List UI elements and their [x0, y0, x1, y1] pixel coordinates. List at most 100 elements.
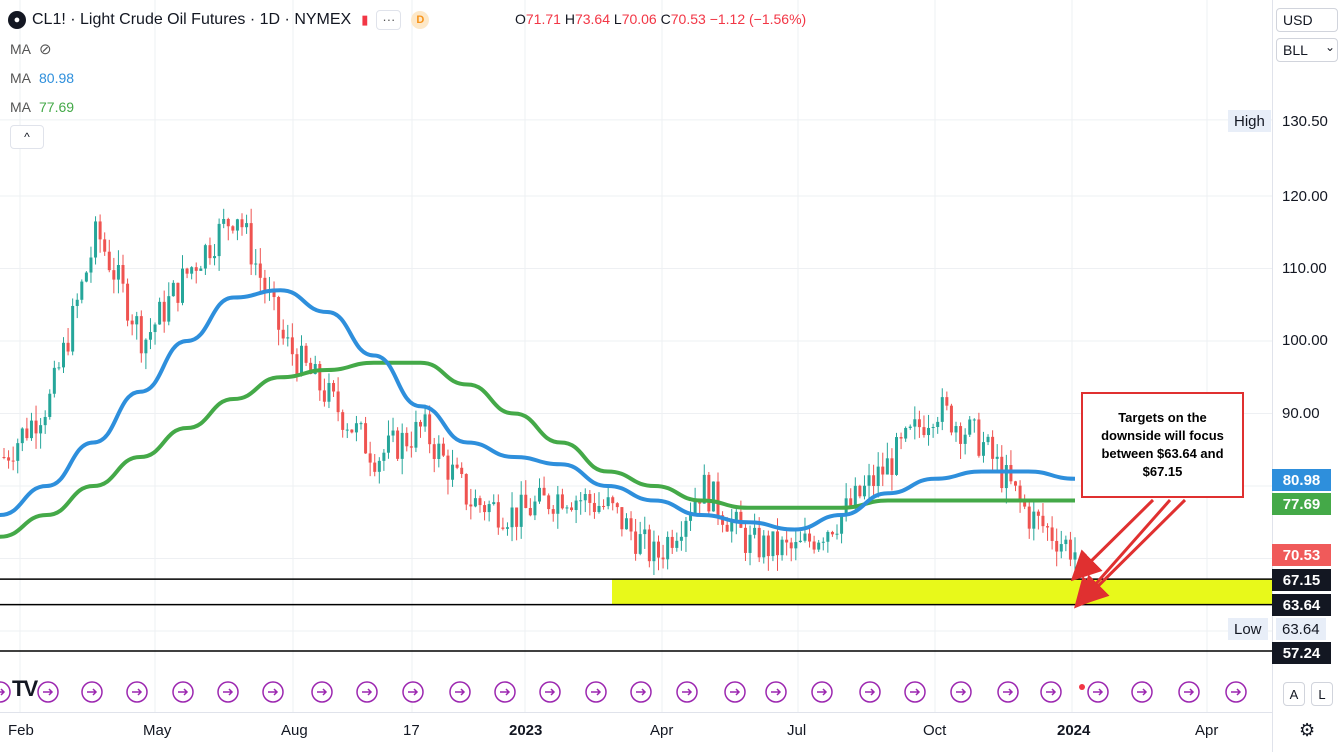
- candle-body: [176, 282, 180, 303]
- candle-body: [126, 283, 130, 321]
- candle-body: [7, 457, 11, 461]
- event-dot: [1079, 684, 1085, 690]
- eye-off-icon[interactable]: ⊘: [39, 40, 52, 58]
- candle-body: [551, 509, 555, 514]
- indicator-ma-slow[interactable]: MA 77.69: [10, 99, 74, 115]
- candle-body: [286, 337, 290, 339]
- candle-body: [327, 382, 331, 402]
- candle-body: [830, 531, 834, 535]
- candle-body: [780, 539, 784, 556]
- level-67-label: 67.15: [1272, 569, 1331, 591]
- event-marker: [356, 681, 378, 703]
- tradingview-logo[interactable]: TV: [12, 676, 38, 702]
- event-marker: [1178, 681, 1200, 703]
- candle-body: [872, 475, 876, 486]
- candle-body: [231, 226, 235, 231]
- candle-body: [84, 272, 88, 282]
- candle-body: [583, 494, 587, 501]
- candle-body: [881, 466, 885, 475]
- candle-body: [222, 218, 226, 224]
- candle-body: [350, 429, 354, 433]
- log-scale-button[interactable]: L: [1311, 682, 1333, 706]
- candle-body: [565, 507, 569, 509]
- candle-body: [762, 535, 766, 558]
- candle-body: [2, 457, 6, 458]
- candle-body: [43, 416, 47, 426]
- indicator-ma-fast[interactable]: MA 80.98: [10, 70, 74, 86]
- more-button[interactable]: ···: [376, 10, 402, 30]
- candle-body: [359, 423, 363, 425]
- candle-body: [634, 531, 638, 554]
- candle-body: [835, 533, 839, 535]
- collapse-indicators-button[interactable]: ^: [10, 125, 44, 149]
- chevron-down-icon[interactable]: ⌄: [1325, 40, 1335, 54]
- candle-body: [1032, 511, 1036, 529]
- candle-body: [103, 239, 107, 252]
- candle-body: [16, 443, 20, 461]
- candle-body: [675, 540, 679, 548]
- candle-body: [766, 535, 770, 557]
- event-marker: [585, 681, 607, 703]
- symbol-title[interactable]: CL1! · Light Crude Oil Futures · 1D · NY…: [32, 11, 351, 29]
- candle-body: [409, 446, 413, 448]
- candle-body: [753, 527, 757, 535]
- event-marker: [217, 681, 239, 703]
- candle-body: [547, 495, 551, 510]
- candle-body: [794, 542, 798, 549]
- candle-body: [803, 533, 807, 541]
- candle-body: [657, 541, 660, 558]
- candle-body: [817, 542, 821, 550]
- auto-scale-button[interactable]: A: [1283, 682, 1305, 706]
- candle-body: [867, 475, 871, 486]
- time-label: Aug: [281, 722, 308, 739]
- candle-body: [34, 420, 38, 434]
- flag-icon[interactable]: ▮: [361, 12, 368, 28]
- candle-body: [249, 223, 253, 265]
- candle-body: [679, 536, 683, 541]
- price-tick: 100.00: [1282, 332, 1328, 349]
- candle-body: [862, 485, 866, 497]
- event-marker: [997, 681, 1019, 703]
- candle-body: [560, 494, 564, 509]
- event-marker: [37, 681, 59, 703]
- indicator-ma-hidden[interactable]: MA ⊘: [10, 40, 52, 58]
- candle-body: [322, 390, 326, 402]
- candle-body: [400, 432, 404, 459]
- candle-body: [451, 464, 455, 480]
- candle-body: [148, 332, 152, 340]
- candle-body: [849, 498, 853, 506]
- candle-body: [936, 421, 940, 427]
- candle-body: [11, 460, 15, 462]
- time-label: Oct: [923, 722, 947, 739]
- candle-body: [812, 541, 816, 550]
- candle-body: [20, 428, 24, 444]
- price-chart[interactable]: [0, 0, 1341, 752]
- candle-body: [972, 419, 976, 421]
- candle-body: [524, 494, 528, 508]
- ma-slow-line: [0, 360, 1075, 539]
- event-marker: [1131, 681, 1153, 703]
- candle-body: [432, 444, 436, 459]
- candle-body: [940, 397, 944, 422]
- gear-icon[interactable]: ⚙: [1299, 720, 1315, 741]
- currency-select[interactable]: USD: [1276, 8, 1338, 32]
- data-badge[interactable]: D: [411, 11, 430, 29]
- candle-body: [913, 419, 917, 427]
- candle-body: [986, 436, 990, 443]
- candle-body: [624, 518, 628, 530]
- event-marker: [811, 681, 833, 703]
- time-label: Apr: [1195, 722, 1219, 739]
- candle-body: [112, 270, 116, 280]
- candle-body: [405, 432, 409, 447]
- level-57-label: 57.24: [1272, 642, 1331, 664]
- candle-body: [1014, 481, 1017, 486]
- candle-body: [798, 540, 802, 543]
- candle-body: [258, 263, 262, 278]
- candle-body: [615, 503, 619, 508]
- event-marker: [904, 681, 926, 703]
- candle-body: [629, 518, 633, 532]
- time-label: 17: [403, 722, 420, 739]
- candle-body: [927, 427, 931, 436]
- candle-body: [318, 364, 322, 391]
- ma-slow-price-label: 77.69: [1272, 493, 1331, 515]
